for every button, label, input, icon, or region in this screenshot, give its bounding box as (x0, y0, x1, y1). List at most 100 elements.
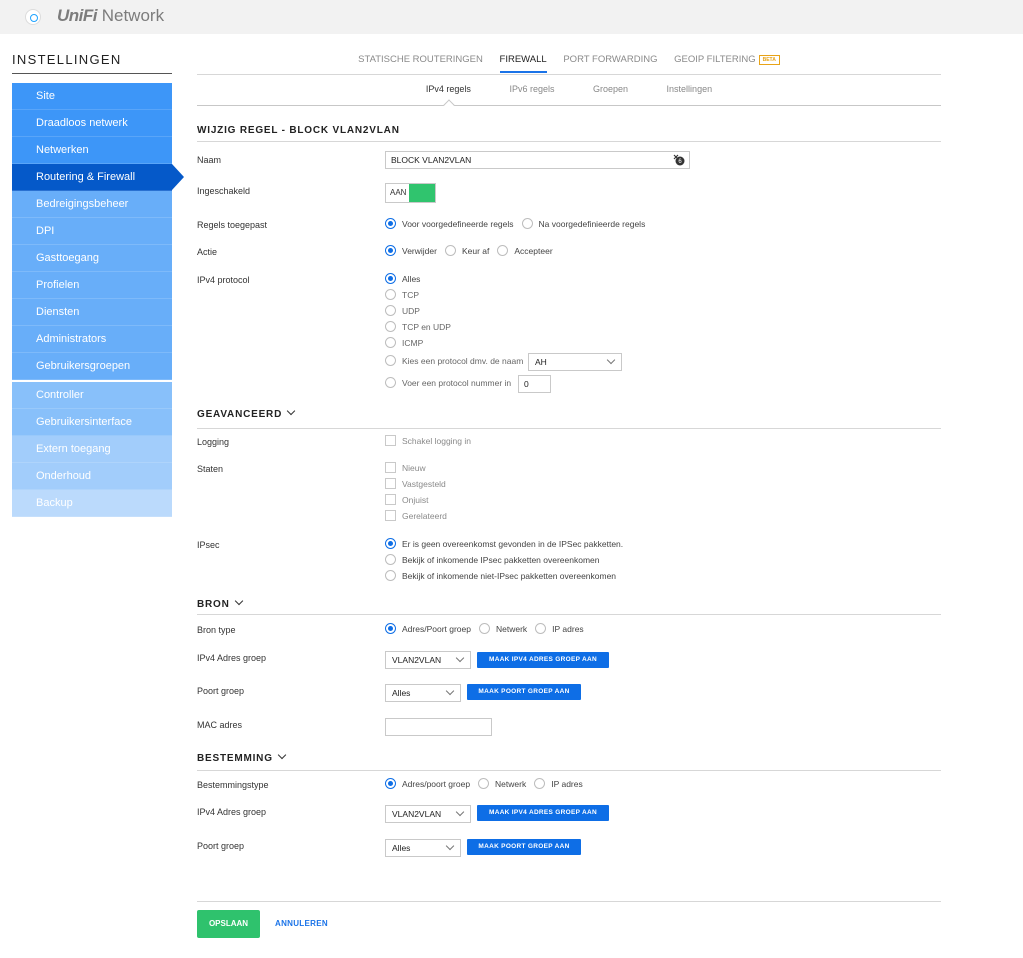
source-port-group-select[interactable]: Alles (385, 684, 461, 702)
radio-ipsec-match[interactable] (385, 554, 396, 565)
radio-protocol-tcp[interactable] (385, 289, 396, 300)
sidebar-item-dpi[interactable]: DPI (12, 218, 172, 245)
chevron-down-icon (455, 653, 465, 663)
name-input[interactable]: BLOCK VLAN2VLAN 6 (385, 151, 690, 169)
footer-divider (197, 901, 941, 902)
create-destination-port-group-button[interactable]: MAAK POORT GROEP AAN (467, 839, 581, 855)
sidebar-menu: Site Draadloos netwerk Netwerken Routeri… (12, 83, 184, 517)
source-section-toggle[interactable]: BRON (197, 596, 243, 610)
tab-static-routes[interactable]: STATISCHE ROUTERINGEN (358, 54, 483, 71)
sidebar-item-user-interface[interactable]: Gebruikersinterface (12, 409, 172, 436)
protocol-all-row: Alles (385, 273, 428, 284)
radio-protocol-tcp-udp[interactable] (385, 321, 396, 332)
tab-port-forwarding[interactable]: PORT FORWARDING (563, 54, 657, 71)
checkbox-state-new[interactable] (385, 462, 396, 473)
sidebar-item-administrators[interactable]: Administrators (12, 326, 172, 353)
chevron-down-icon (277, 750, 287, 760)
radio-protocol-by-name[interactable] (385, 355, 396, 366)
radio-protocol-by-number[interactable] (385, 377, 396, 388)
radio-protocol-udp[interactable] (385, 305, 396, 316)
sidebar-item-networks[interactable]: Netwerken (12, 137, 172, 164)
sidebar-item-site[interactable]: Site (12, 83, 172, 110)
rules-applied-group: Voor voorgedefineerde regels Na voorgede… (385, 218, 653, 229)
beta-badge: BETA (758, 55, 780, 65)
radio-ipsec-none[interactable] (385, 538, 396, 549)
sidebar-item-maintenance[interactable]: Onderhoud (12, 463, 172, 490)
create-destination-ipv4-group-button[interactable]: MAAK IPV4 ADRES GROEP AAN (477, 805, 609, 821)
checkbox-state-invalid[interactable] (385, 494, 396, 505)
radio-drop[interactable] (385, 245, 396, 256)
radio-protocol-all[interactable] (385, 273, 396, 284)
destination-ipv4-group-label: IPv4 Adres groep (197, 807, 267, 817)
radio-destination-address-port-group[interactable] (385, 778, 396, 789)
radio-label: Netwerk (495, 623, 528, 634)
radio-label: Kies een protocol dmv. de naam (402, 355, 524, 366)
select-value: VLAN2VLAN (392, 655, 442, 665)
sidebar-item-remote-access[interactable]: Extern toegang (12, 436, 172, 463)
radio-label: Bekijk of inkomende niet-IPsec pakketten… (402, 570, 617, 581)
subtab-groups[interactable]: Groepen (593, 84, 628, 94)
active-subtab-pointer (443, 99, 455, 111)
radio-reject[interactable] (444, 245, 456, 256)
radio-label: ICMP (402, 337, 424, 348)
subtab-ipv6-rules[interactable]: IPv6 regels (509, 84, 554, 94)
main-tabs: STATISCHE ROUTERINGEN FIREWALL PORT FORW… (197, 54, 941, 74)
select-value: AH (535, 357, 547, 367)
sidebar-item-routing-firewall[interactable]: Routering & Firewall (12, 164, 184, 191)
radio-label: TCP (402, 289, 419, 300)
enabled-toggle[interactable]: AAN (385, 183, 436, 203)
radio-ipsec-match-none[interactable] (385, 570, 396, 581)
section-divider (197, 428, 941, 429)
section-divider (197, 770, 941, 771)
mac-address-input[interactable] (385, 718, 492, 736)
sidebar-item-threat-management[interactable]: Bedreigingsbeheer (12, 191, 172, 218)
sidebar-item-controller[interactable]: Controller (12, 382, 172, 409)
sidebar-item-guest-access[interactable]: Gasttoegang (12, 245, 172, 272)
chevron-down-icon (286, 406, 296, 416)
sidebar-item-profiles[interactable]: Profielen (12, 272, 172, 299)
sidebar-item-backup[interactable]: Backup (12, 490, 172, 517)
checkbox-state-established[interactable] (385, 478, 396, 489)
section-divider (197, 141, 941, 142)
sidebar-item-services[interactable]: Diensten (12, 299, 172, 326)
radio-source-ip-address[interactable] (535, 623, 547, 634)
checkbox-enable-logging[interactable] (385, 435, 396, 446)
radio-label: Adres/poort groep (402, 778, 471, 789)
radio-accept[interactable] (497, 245, 509, 256)
subtab-ipv4-rules[interactable]: IPv4 regels (426, 84, 471, 94)
radio-destination-network[interactable] (478, 778, 490, 789)
name-label: Naam (197, 155, 222, 165)
enabled-label: Ingeschakeld (197, 186, 251, 196)
advanced-section-toggle[interactable]: GEAVANCEERD (197, 406, 296, 420)
radio-protocol-icmp[interactable] (385, 337, 396, 348)
unifi-logo-icon[interactable] (25, 9, 41, 25)
toggle-knob (409, 184, 435, 202)
subtab-settings[interactable]: Instellingen (667, 84, 713, 94)
save-button[interactable]: OPSLAAN (197, 910, 260, 938)
sub-tabs: IPv4 regels IPv6 regels Groepen Instelli… (197, 84, 941, 94)
sidebar-item-user-groups[interactable]: Gebruikersgroepen (12, 353, 172, 380)
checkbox-state-related[interactable] (385, 510, 396, 521)
tab-geoip-filtering[interactable]: GEOIP FILTERING BETA (674, 54, 780, 71)
radio-destination-ip-address[interactable] (534, 778, 546, 789)
protocol-number-input[interactable]: 0 (518, 375, 551, 393)
radio-source-address-port-group[interactable] (385, 623, 396, 634)
clear-input-icon[interactable]: 6 (673, 154, 685, 166)
tab-firewall[interactable]: FIREWALL (499, 54, 547, 73)
radio-source-network[interactable] (478, 623, 490, 634)
radio-before-predefined[interactable] (385, 218, 396, 229)
radio-after-predefined[interactable] (521, 218, 533, 229)
cancel-button[interactable]: ANNULEREN (275, 919, 328, 928)
sidebar-item-wireless[interactable]: Draadloos netwerk (12, 110, 172, 137)
create-ipv4-group-button[interactable]: MAAK IPV4 ADRES GROEP AAN (477, 652, 609, 668)
ipsec-none-row: Er is geen overeenkomst gevonden in de I… (385, 538, 631, 549)
section-divider (197, 614, 941, 615)
protocol-name-select[interactable]: AH (528, 353, 622, 371)
create-port-group-button[interactable]: MAAK POORT GROEP AAN (467, 684, 581, 700)
destination-port-group-select[interactable]: Alles (385, 839, 461, 857)
destination-section-toggle[interactable]: BESTEMMING (197, 750, 287, 764)
top-bar: UniFi Network (0, 0, 1023, 34)
source-ipv4-group-select[interactable]: VLAN2VLAN (385, 651, 471, 669)
destination-ipv4-group-select[interactable]: VLAN2VLAN (385, 805, 471, 823)
destination-type-label: Bestemmingstype (197, 780, 269, 790)
